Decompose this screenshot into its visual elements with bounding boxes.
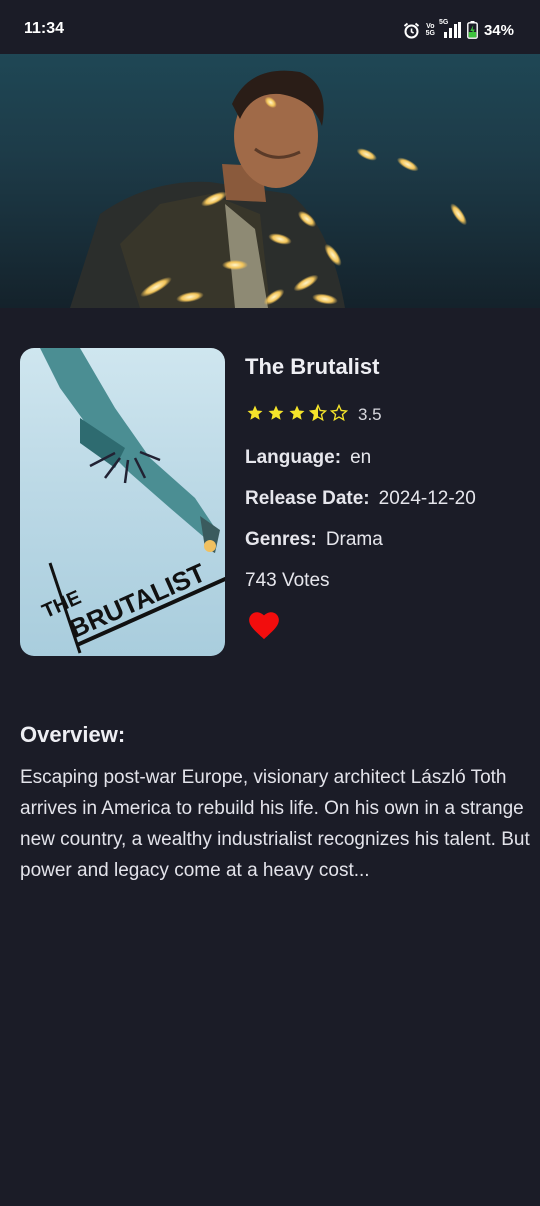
half-star-icon [308,403,328,427]
vote-count: 743 Votes [245,570,330,591]
network-top-label: Vo [426,23,435,30]
genres-row: Genres: Drama [245,529,383,551]
language-value: en [350,447,372,468]
favorite-button[interactable] [247,609,281,646]
status-icons: Vo 5G 5G 34% [403,19,514,40]
overview-heading: Overview: [20,722,126,747]
battery-level: 34% [483,21,514,39]
movie-poster: THE BRUTALIST [20,348,225,656]
heart-icon[interactable] [247,612,281,645]
genres-value: Drama [325,529,383,550]
signal-label: 5G [438,19,449,26]
star-icon [246,404,264,427]
release-date-label: Release Date: [245,488,370,509]
release-date-row: Release Date: 2024-12-20 [245,488,476,510]
volte-indicator: Vo 5G [426,23,435,37]
star-icon [288,404,306,427]
language-label: Language: [245,447,342,468]
battery-icon [467,21,478,39]
star-icon [267,404,285,427]
signal-icon: 5G [438,19,461,38]
language-row: Language: en [245,447,371,469]
network-bottom-label: 5G [425,30,435,37]
star-rating: 3.5 [246,403,382,427]
rating-value: 3.5 [358,405,382,424]
genres-label: Genres: [245,529,317,550]
backdrop-image [0,54,540,308]
empty-star-icon [329,403,349,427]
movie-title: The Brutalist [245,354,380,379]
status-bar: 11:34 Vo 5G 5G 34% [0,0,540,54]
status-time: 11:34 [24,20,65,37]
overview-text: Escaping post-war Europe, visionary arch… [20,767,530,881]
release-date-value: 2024-12-20 [378,488,476,509]
poster-title-big: BRUTALIST [65,557,210,644]
alarm-icon [403,22,420,39]
